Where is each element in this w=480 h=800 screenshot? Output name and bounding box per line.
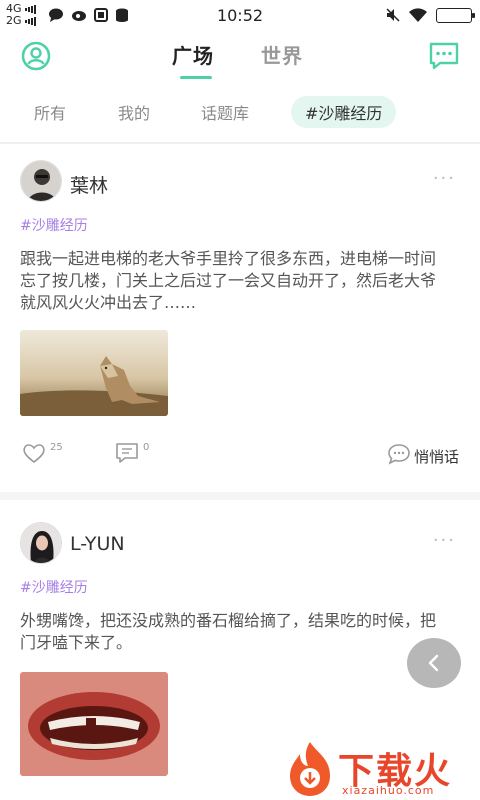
whisper-icon	[388, 444, 410, 465]
avatar[interactable]	[20, 160, 62, 202]
topic-tag[interactable]: #沙雕经历	[20, 215, 88, 235]
subtab-mine[interactable]: 我的	[118, 100, 150, 124]
post-content: 外甥嘴馋，把还没成熟的番石榴给摘了，结果吃的时候，把门牙嗑下来了。	[20, 611, 437, 652]
subtab-all[interactable]: 所有	[34, 100, 66, 124]
status-right	[386, 7, 475, 23]
username[interactable]: 葉林	[70, 171, 108, 198]
status-bar: 4G 2G 10:52	[0, 0, 480, 32]
profile-button[interactable]	[20, 40, 52, 72]
whisper-label: 悄悄话	[414, 448, 460, 466]
like-count: 25	[50, 442, 63, 453]
watermark: 下载火 xiazaihuo.com	[282, 740, 480, 800]
post-separator	[0, 492, 480, 500]
post-image[interactable]	[20, 672, 168, 776]
tab-world[interactable]: 世界	[261, 40, 303, 69]
post-image[interactable]	[20, 330, 168, 416]
profile-icon	[21, 41, 51, 71]
whisper-button[interactable]: 悄悄话	[387, 442, 459, 467]
like-button[interactable]: 25	[22, 442, 63, 464]
more-options-icon[interactable]: ···	[433, 168, 456, 189]
app-header: 广场 世界	[0, 32, 480, 84]
messages-button[interactable]	[428, 40, 460, 72]
message-bubble-icon	[429, 42, 459, 70]
post-card: 葉林 ··· #沙雕经历 跟我一起进电梯的老大爷手里拎了很多东西，进电梯一时间忘…	[0, 144, 480, 492]
username[interactable]: L-YUN	[70, 533, 125, 555]
more-options-icon[interactable]: ···	[433, 530, 456, 551]
back-button[interactable]	[407, 638, 461, 688]
tab-square[interactable]: 广场	[172, 40, 214, 69]
post-actions: 25 0 悄悄话	[0, 442, 480, 472]
battery-icon	[436, 7, 475, 23]
watermark-url: xiazaihuo.com	[342, 784, 435, 797]
post-content: 跟我一起进电梯的老大爷手里拎了很多东西，进电梯一时间忘了按几楼，门关上之后过了一…	[20, 249, 437, 312]
sub-tabs: 所有 我的 话题库 #沙雕经历	[0, 92, 480, 132]
flame-logo-icon	[290, 742, 330, 796]
avatar[interactable]	[20, 522, 62, 564]
comment-button[interactable]: 0	[115, 442, 149, 464]
active-tab-indicator	[180, 76, 212, 79]
comment-icon	[116, 443, 138, 463]
avatar-image	[21, 161, 61, 201]
chevron-left-icon	[428, 654, 439, 672]
topic-tag[interactable]: #沙雕经历	[20, 577, 88, 597]
wifi-icon	[409, 8, 427, 22]
heart-icon	[23, 444, 45, 464]
comment-count: 0	[143, 442, 150, 453]
subtab-topic-active[interactable]: #沙雕经历	[291, 96, 397, 128]
mute-icon	[386, 8, 400, 22]
subtab-topic-library[interactable]: 话题库	[201, 100, 249, 124]
avatar-image	[21, 523, 61, 563]
